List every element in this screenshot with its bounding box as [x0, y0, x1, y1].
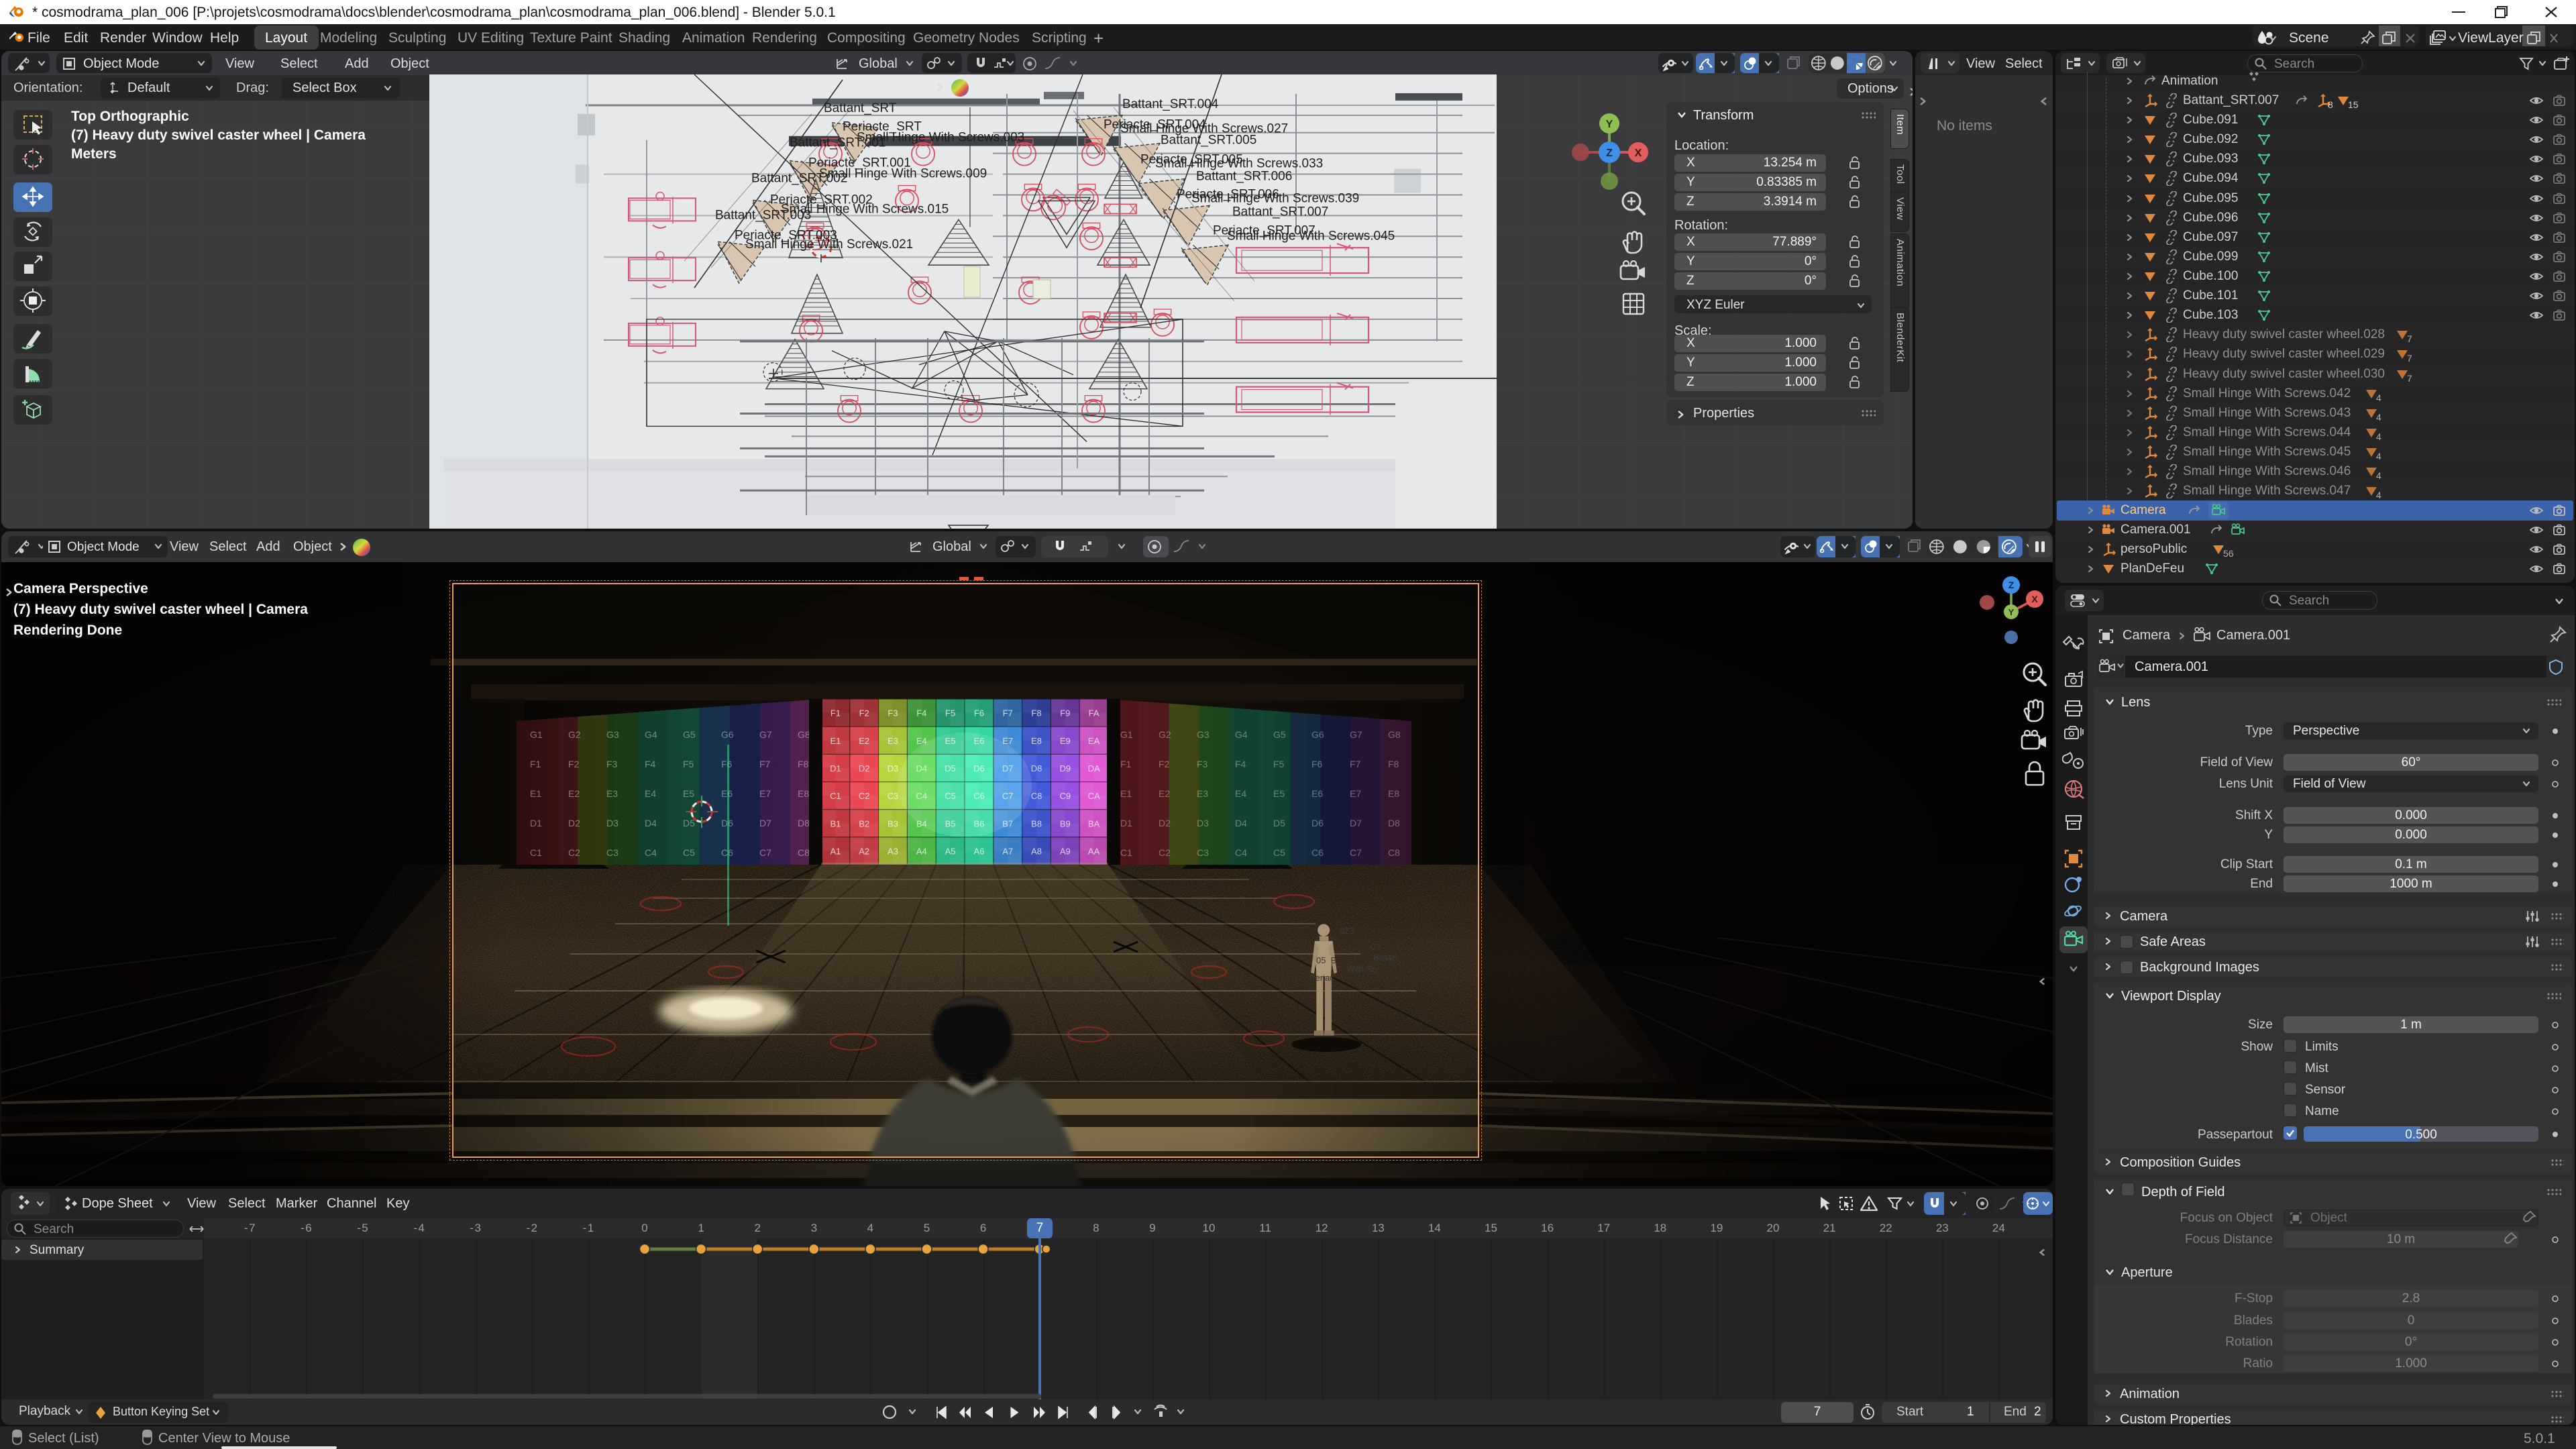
- svg-text:Small Hinge With Screws.021: Small Hinge With Screws.021: [745, 237, 913, 252]
- svg-text:Battant_SRT.006: Battant_SRT.006: [1196, 170, 1292, 184]
- svg-text:Y: Y: [2008, 607, 2015, 617]
- svg-text:X: X: [2031, 594, 2038, 604]
- svg-text:Battant_SRT: Battant_SRT: [824, 101, 897, 115]
- svg-text:Small Hinge With Screws.033: Small Hinge With Screws.033: [1155, 157, 1323, 171]
- svg-text:Y: Y: [1606, 119, 1613, 130]
- svg-text:Battant_SRT.005: Battant_SRT.005: [1161, 133, 1256, 148]
- svg-text:Battant_SRT.004: Battant_SRT.004: [1122, 97, 1218, 111]
- svg-text:Z: Z: [2008, 580, 2015, 590]
- svg-text:X: X: [1635, 148, 1642, 159]
- svg-text:Battant_SRT.001: Battant_SRT.001: [790, 136, 885, 150]
- svg-text:Battant_SRT.003: Battant_SRT.003: [715, 208, 811, 222]
- svg-text:Small Hinge With Screws.045: Small Hinge With Screws.045: [1227, 229, 1395, 243]
- svg-text:Z: Z: [1606, 148, 1613, 159]
- svg-text:Small Hinge With Screws.039: Small Hinge With Screws.039: [1191, 191, 1359, 205]
- svg-text:Battant_SRT.007: Battant_SRT.007: [1232, 205, 1328, 219]
- svg-text:Battant_SRT.002: Battant_SRT.002: [751, 172, 847, 186]
